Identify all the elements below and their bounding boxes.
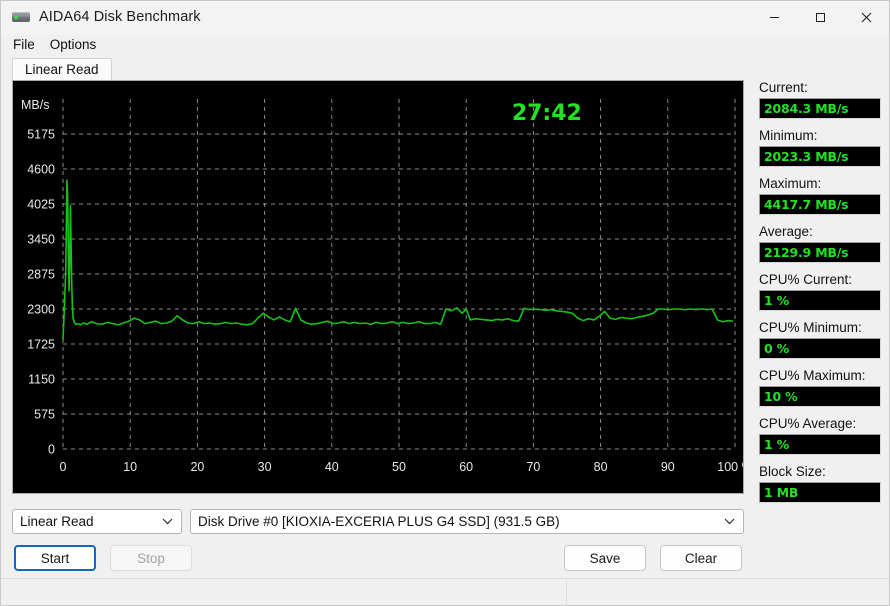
stat-cpu-average: CPU% Average: 1 % [759, 416, 881, 455]
stat-average: Average: 2129.9 MB/s [759, 224, 881, 263]
stat-value: 10 % [759, 386, 881, 407]
benchmark-mode-value: Linear Read [20, 514, 94, 529]
stat-label: Maximum: [759, 176, 822, 191]
y-tick-label: 4600 [27, 163, 55, 177]
window-controls [751, 1, 889, 33]
x-tick-label: 30 [258, 460, 272, 474]
chevron-down-icon [718, 518, 739, 525]
stat-block-size: Block Size: 1 MB [759, 464, 881, 503]
stat-label: Minimum: [759, 128, 818, 143]
y-tick-label: 2875 [27, 268, 55, 282]
status-pane-right [567, 579, 889, 605]
y-tick-label: 4025 [27, 198, 55, 212]
x-tick-label: 0 [60, 460, 67, 474]
close-button[interactable] [843, 1, 889, 33]
stat-label: CPU% Minimum: [759, 320, 862, 335]
x-tick-label: 10 [123, 460, 137, 474]
stat-label: Average: [759, 224, 813, 239]
y-tick-label: 3450 [27, 233, 55, 247]
stat-value: 1 % [759, 434, 881, 455]
stat-value: 2023.3 MB/s [759, 146, 881, 167]
x-tick-label: 60 [459, 460, 473, 474]
stat-value: 1 MB [759, 482, 881, 503]
stat-maximum: Maximum: 4417.7 MB/s [759, 176, 881, 215]
title-bar: AIDA64 Disk Benchmark [1, 1, 889, 34]
selector-row: Linear Read Disk Drive #0 [KIOXIA-EXCERI… [12, 509, 744, 534]
stat-value: 4417.7 MB/s [759, 194, 881, 215]
status-pane-left [1, 579, 567, 605]
stat-cpu-minimum: CPU% Minimum: 0 % [759, 320, 881, 359]
stat-cpu-maximum: CPU% Maximum: 10 % [759, 368, 881, 407]
save-button[interactable]: Save [564, 545, 646, 571]
menu-item-file[interactable]: File [9, 35, 43, 55]
menu-bar: File Options [1, 34, 889, 56]
disk-drive-value: Disk Drive #0 [KIOXIA-EXCERIA PLUS G4 SS… [198, 514, 560, 529]
stat-current: Current: 2084.3 MB/s [759, 80, 881, 119]
disk-drive-icon [10, 6, 32, 28]
stat-value: 2084.3 MB/s [759, 98, 881, 119]
y-tick-label: 5175 [27, 128, 55, 142]
y-tick-label: 575 [34, 408, 55, 422]
menu-item-options[interactable]: Options [46, 35, 105, 55]
stop-button[interactable]: Stop [110, 545, 192, 571]
stat-value: 2129.9 MB/s [759, 242, 881, 263]
elapsed-timer: 27:42 [512, 101, 582, 126]
start-button[interactable]: Start [14, 545, 96, 571]
minimize-button[interactable] [751, 1, 797, 33]
x-tick-label: 80 [594, 460, 608, 474]
y-tick-label: 1725 [27, 338, 55, 352]
x-tick-label: 70 [526, 460, 540, 474]
stat-cpu-current: CPU% Current: 1 % [759, 272, 881, 311]
stat-label: CPU% Average: [759, 416, 857, 431]
status-bar [1, 578, 889, 605]
stat-label: CPU% Maximum: [759, 368, 866, 383]
x-tick-label: 20 [190, 460, 204, 474]
stat-label: CPU% Current: [759, 272, 853, 287]
y-tick-label: 0 [48, 443, 55, 457]
tab-strip: Linear Read [1, 56, 889, 82]
x-tick-label: 90 [661, 460, 675, 474]
bottom-controls: Linear Read Disk Drive #0 [KIOXIA-EXCERI… [12, 509, 744, 571]
statistics-panel: Current: 2084.3 MB/s Minimum: 2023.3 MB/s Ma… [759, 80, 881, 512]
y-axis-unit-label: MB/s [21, 98, 49, 112]
disk-drive-select[interactable]: Disk Drive #0 [KIOXIA-EXCERIA PLUS G4 SS… [190, 509, 744, 534]
x-tick-label: 50 [392, 460, 406, 474]
window-title: AIDA64 Disk Benchmark [39, 9, 201, 25]
tab-linear-read[interactable]: Linear Read [12, 58, 112, 82]
action-button-row: Start Stop Save Clear [12, 545, 744, 571]
chart-canvas: MB/s 5175 4600 4025 3450 2875 2300 1725 1150 575 0… [21, 98, 743, 474]
chevron-down-icon [156, 518, 177, 525]
stat-value: 1 % [759, 290, 881, 311]
y-tick-label: 2300 [27, 303, 55, 317]
clear-button[interactable]: Clear [660, 545, 742, 571]
content-area: MB/s 5175 4600 4025 3450 2875 2300 1725 1150 575 0… [1, 80, 889, 578]
maximize-button[interactable] [797, 1, 843, 33]
stat-value: 0 % [759, 338, 881, 359]
stat-label: Current: [759, 80, 808, 95]
benchmark-mode-select[interactable]: Linear Read [12, 509, 182, 534]
x-tick-label: 100 % [717, 460, 743, 474]
disk-benchmark-window: AIDA64 Disk Benchmark File Options Linea… [0, 0, 890, 606]
x-tick-label: 40 [325, 460, 339, 474]
benchmark-chart: MB/s 5175 4600 4025 3450 2875 2300 1725 1150 575 0… [12, 80, 744, 494]
y-tick-label: 1150 [28, 373, 55, 387]
stat-minimum: Minimum: 2023.3 MB/s [759, 128, 881, 167]
stat-label: Block Size: [759, 464, 826, 479]
